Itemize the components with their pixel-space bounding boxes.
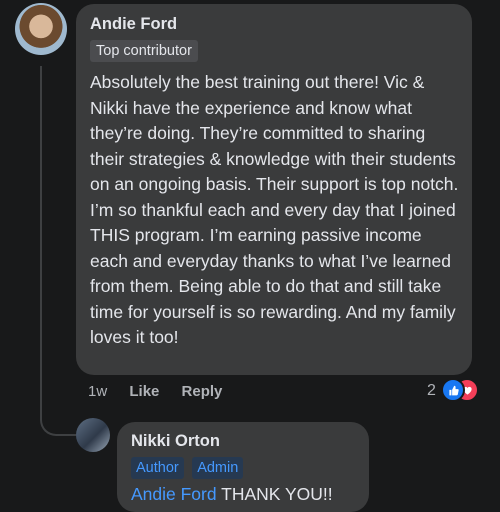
- author-badge: Author: [131, 457, 184, 479]
- reply-bubble: Nikki Orton Author Admin Andie Ford THAN…: [117, 422, 369, 512]
- comment-timestamp[interactable]: 1w: [88, 383, 107, 400]
- reply-connector: [40, 398, 76, 436]
- comment-text: Absolutely the best training out there! …: [90, 72, 459, 347]
- reply-badges: Author Admin: [131, 457, 355, 479]
- like-button[interactable]: Like: [129, 383, 159, 400]
- reply-button[interactable]: Reply: [182, 383, 223, 400]
- reply-message: THANK YOU!!: [216, 484, 333, 504]
- comment-bubble: Andie Ford Top contributor Absolutely th…: [76, 4, 472, 375]
- like-icon[interactable]: [441, 378, 465, 402]
- comment-actions: 1w Like Reply: [88, 382, 240, 402]
- admin-badge: Admin: [192, 457, 244, 479]
- thread-line: [40, 66, 42, 406]
- avatar[interactable]: [15, 3, 67, 55]
- reply-author-name[interactable]: Nikki Orton: [131, 431, 355, 451]
- reply-text: Andie Ford THANK YOU!!: [131, 483, 355, 505]
- mention-link[interactable]: Andie Ford: [131, 484, 217, 504]
- top-contributor-badge: Top contributor: [90, 40, 198, 62]
- reply-avatar[interactable]: [76, 418, 110, 452]
- reaction-count[interactable]: 2: [427, 380, 436, 402]
- comment-author-name[interactable]: Andie Ford: [90, 14, 458, 34]
